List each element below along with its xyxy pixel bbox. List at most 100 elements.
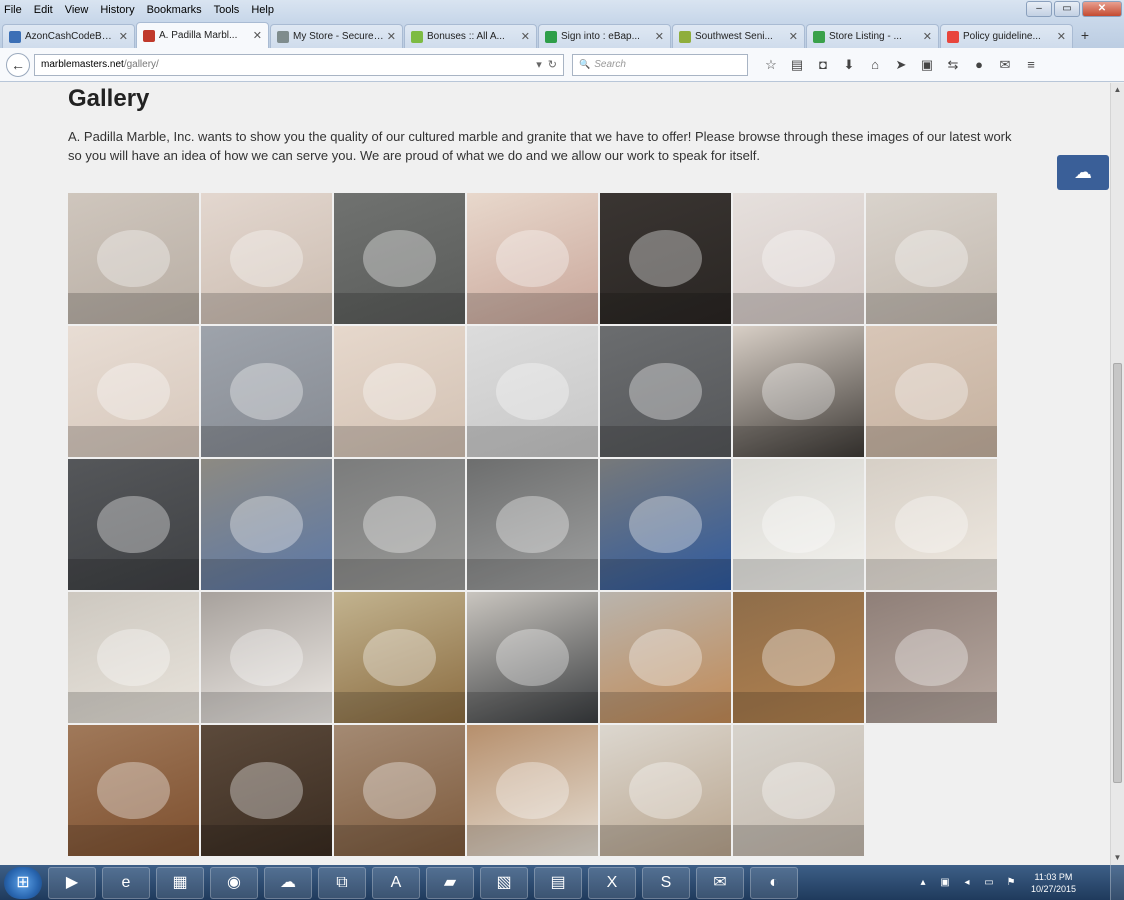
download-icon[interactable]: ⬇	[836, 57, 862, 73]
tab-6[interactable]: Southwest Seni... ✕	[672, 24, 805, 48]
home-icon[interactable]: ⌂	[862, 57, 888, 72]
thunderbird-icon[interactable]: ✉	[696, 866, 744, 899]
menu-icon[interactable]: ≡	[1018, 57, 1044, 72]
reload-icon[interactable]: ↻	[548, 58, 557, 71]
chat-icon[interactable]: ✉	[992, 57, 1018, 73]
url-bar[interactable]: marblemasters.net /gallery/ ▾ ↻	[34, 53, 564, 76]
tab-3[interactable]: My Store - Secure O... ✕	[270, 24, 403, 48]
tab-7[interactable]: Store Listing - ... ✕	[806, 24, 939, 48]
show-desktop-button[interactable]	[1110, 865, 1124, 900]
file-explorer-icon[interactable]: ▦	[156, 866, 204, 899]
scroll-thumb[interactable]	[1113, 363, 1122, 783]
gallery-thumbnail-marble-wall-niche[interactable]	[68, 326, 199, 457]
gallery-thumbnail-vanity-tray-glasses[interactable]	[334, 725, 465, 856]
gallery-thumbnail-shower-niche-bottles[interactable]	[733, 193, 864, 324]
menu-view[interactable]: View	[65, 4, 89, 16]
tab-5[interactable]: Sign into : eBap... ✕	[538, 24, 671, 48]
gallery-thumbnail-shell-sink-gold-faucet[interactable]	[201, 193, 332, 324]
screenshot-icon[interactable]: ▣	[914, 57, 940, 73]
gallery-thumbnail-dark-granite-bench[interactable]	[68, 459, 199, 590]
bookmark-star-icon[interactable]: ☆	[758, 57, 784, 73]
skype-icon[interactable]: S	[642, 866, 690, 899]
gallery-thumbnail-workshop-long-tables[interactable]	[334, 459, 465, 590]
tray-icon-4[interactable]: ▭	[981, 877, 997, 888]
system-clock[interactable]: 11:03 PM 10/27/2015	[1031, 871, 1076, 895]
chrome-icon[interactable]: ◉	[210, 866, 258, 899]
clipboard-icon[interactable]: ▤	[784, 57, 810, 73]
gallery-thumbnail-pedestal-sink-white[interactable]	[733, 459, 864, 590]
gallery-thumbnail-marble-sample-panels[interactable]	[600, 725, 731, 856]
tab-close-icon[interactable]: ✕	[119, 30, 128, 43]
tray-icon-2[interactable]: ▣	[937, 877, 953, 888]
menu-help[interactable]: Help	[251, 4, 274, 16]
scroll-up-arrow-icon[interactable]: ▲	[1111, 83, 1124, 97]
menu-bookmarks[interactable]: Bookmarks	[147, 4, 202, 16]
gallery-thumbnail-office-chairs-desk[interactable]	[467, 592, 598, 723]
gallery-thumbnail-oval-sink-flowers[interactable]	[467, 193, 598, 324]
gallery-thumbnail-scalloped-white-sink[interactable]	[201, 592, 332, 723]
pocket-icon[interactable]: ◘	[810, 57, 836, 72]
tab-close-icon[interactable]: ✕	[253, 29, 262, 42]
url-dropdown-icon[interactable]: ▾	[536, 58, 542, 71]
gallery-thumbnail-pedestal-sink-towel[interactable]	[866, 459, 997, 590]
tray-icon-5[interactable]: ⚑	[1003, 877, 1019, 888]
gallery-thumbnail-gray-granite-sink[interactable]	[334, 193, 465, 324]
tab-8[interactable]: Policy guideline... ✕	[940, 24, 1073, 48]
gallery-thumbnail-shower-corner-seat[interactable]	[334, 326, 465, 457]
scroll-down-arrow-icon[interactable]: ▼	[1111, 851, 1124, 865]
file-app-icon[interactable]: ▰	[426, 866, 474, 899]
tab-close-icon[interactable]: ✕	[387, 30, 396, 43]
gallery-thumbnail-gray-marble-shower[interactable]	[201, 326, 332, 457]
send-icon[interactable]: ➤	[888, 57, 914, 73]
cloud-app-icon[interactable]: ☁	[264, 866, 312, 899]
tray-icon-3[interactable]: ◂	[959, 877, 975, 888]
gallery-thumbnail-dark-marble-steps[interactable]	[600, 193, 731, 324]
presentation-icon[interactable]: ▧	[480, 866, 528, 899]
acrobat-icon[interactable]: A	[372, 866, 420, 899]
gallery-thumbnail-granite-shower-glass[interactable]	[600, 326, 731, 457]
document-app-icon[interactable]: ▤	[534, 866, 582, 899]
cloud-widget-icon[interactable]: ☁	[1057, 155, 1109, 190]
maximize-button[interactable]: ▭	[1054, 1, 1080, 17]
gallery-thumbnail-workshop-steel-molds[interactable]	[467, 459, 598, 590]
excel-icon[interactable]: X	[588, 866, 636, 899]
gallery-thumbnail-dark-vanity-bottle[interactable]	[201, 725, 332, 856]
gallery-thumbnail-marble-color-samples[interactable]	[733, 725, 864, 856]
menu-file[interactable]: File	[4, 4, 22, 16]
gallery-thumbnail-marble-corner-bench[interactable]	[866, 326, 997, 457]
gallery-thumbnail-workshop-mold-rows[interactable]	[600, 459, 731, 590]
gallery-thumbnail-vanity-wine-glasses[interactable]	[68, 725, 199, 856]
search-input[interactable]: 🔍 Search	[572, 53, 748, 76]
network-app-icon[interactable]: ⧉	[318, 866, 366, 899]
tab-close-icon[interactable]: ✕	[655, 30, 664, 43]
vertical-scrollbar[interactable]: ▲ ▼	[1110, 83, 1124, 865]
gallery-thumbnail-white-shower-niche[interactable]	[467, 326, 598, 457]
tab-close-icon[interactable]: ✕	[789, 30, 798, 43]
tab-close-icon[interactable]: ✕	[521, 30, 530, 43]
firefox-icon[interactable]: ◐	[750, 866, 798, 899]
tab-close-icon[interactable]: ✕	[1057, 30, 1066, 43]
addon-orange-icon[interactable]: ●	[966, 57, 992, 72]
tab-4[interactable]: Bonuses :: All A... ✕	[404, 24, 537, 48]
close-window-button[interactable]: ✕	[1082, 1, 1122, 17]
new-tab-button[interactable]: +	[1074, 24, 1096, 48]
media-player-icon[interactable]: ▶	[48, 866, 96, 899]
gallery-thumbnail-scalloped-marble-sink[interactable]	[68, 193, 199, 324]
tab-1[interactable]: AzonCashCodeBon... ✕	[2, 24, 135, 48]
internet-explorer-icon[interactable]: e	[102, 866, 150, 899]
gallery-thumbnail-glass-shower-doors[interactable]	[733, 326, 864, 457]
menu-history[interactable]: History	[100, 4, 134, 16]
back-button[interactable]: ←	[6, 52, 30, 77]
gallery-thumbnail-wood-cabinet-column[interactable]	[600, 592, 731, 723]
gallery-thumbnail-pedestal-sink-ring[interactable]	[68, 592, 199, 723]
gallery-thumbnail-stainless-double-sink[interactable]	[866, 592, 997, 723]
menu-edit[interactable]: Edit	[34, 4, 53, 16]
tab-2[interactable]: A. Padilla Marbl... ✕	[136, 22, 269, 48]
gallery-thumbnail-workshop-molds-blue[interactable]	[201, 459, 332, 590]
tray-icon-1[interactable]: ▴	[915, 877, 931, 888]
gallery-thumbnail-office-doorways[interactable]	[334, 592, 465, 723]
gallery-thumbnail-shower-shelf-niche[interactable]	[866, 193, 997, 324]
gallery-thumbnail-kitchen-wood-cabinets[interactable]	[733, 592, 864, 723]
minimize-button[interactable]: –	[1026, 1, 1052, 17]
start-button[interactable]: ⊞	[4, 866, 42, 899]
